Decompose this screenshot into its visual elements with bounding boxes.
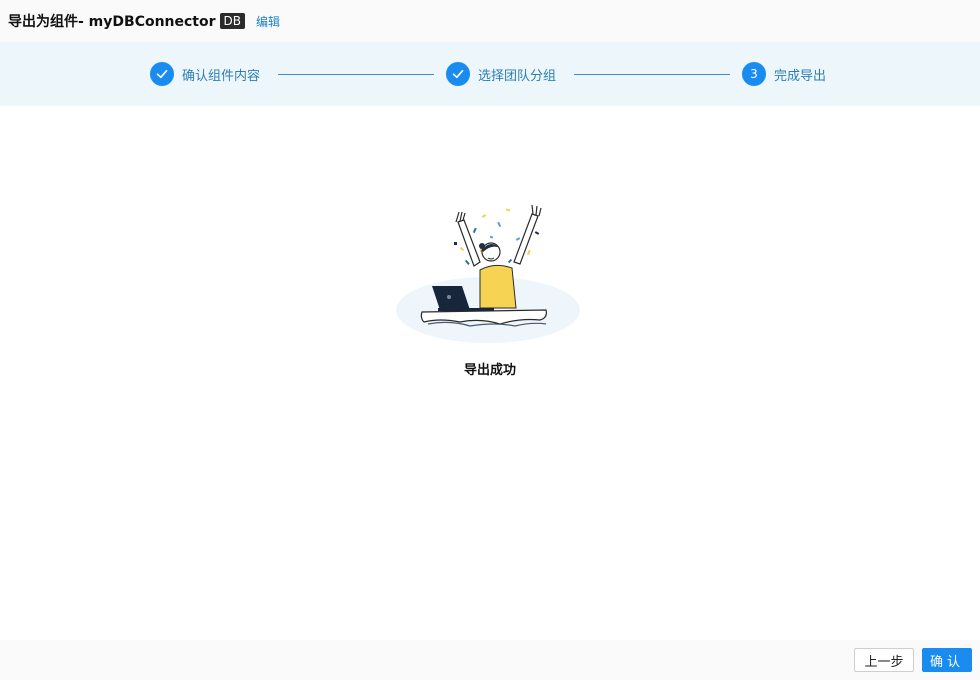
celebration-illustration: [380, 200, 590, 350]
step-label: 确认组件内容: [182, 68, 261, 84]
steps-bar: 确认组件内容 选择团队分组 3 完成导出: [0, 42, 980, 106]
previous-step-button[interactable]: 上一步: [854, 648, 914, 672]
step-label: 完成导出: [774, 68, 827, 84]
step-check-icon: [150, 62, 174, 86]
edit-link[interactable]: 编辑: [256, 13, 280, 30]
step-connector: [574, 74, 730, 75]
confirm-button[interactable]: 确认: [922, 648, 972, 672]
step-check-icon: [446, 62, 470, 86]
step-number: 3: [742, 62, 766, 86]
dialog-header: 导出为组件- myDBConnector DB 编辑: [0, 0, 980, 42]
db-badge: DB: [219, 13, 246, 29]
step-confirm-content: 确认组件内容: [150, 62, 260, 86]
step-label: 选择团队分组: [478, 68, 557, 84]
step-finish-export: 3 完成导出: [742, 62, 826, 86]
step-connector: [278, 74, 434, 75]
export-success-message: 导出成功: [463, 363, 516, 378]
step-select-group: 选择团队分组: [446, 62, 556, 86]
page-title: 导出为组件- myDBConnector: [8, 14, 216, 30]
dialog-footer: 上一步 确认: [0, 640, 980, 680]
